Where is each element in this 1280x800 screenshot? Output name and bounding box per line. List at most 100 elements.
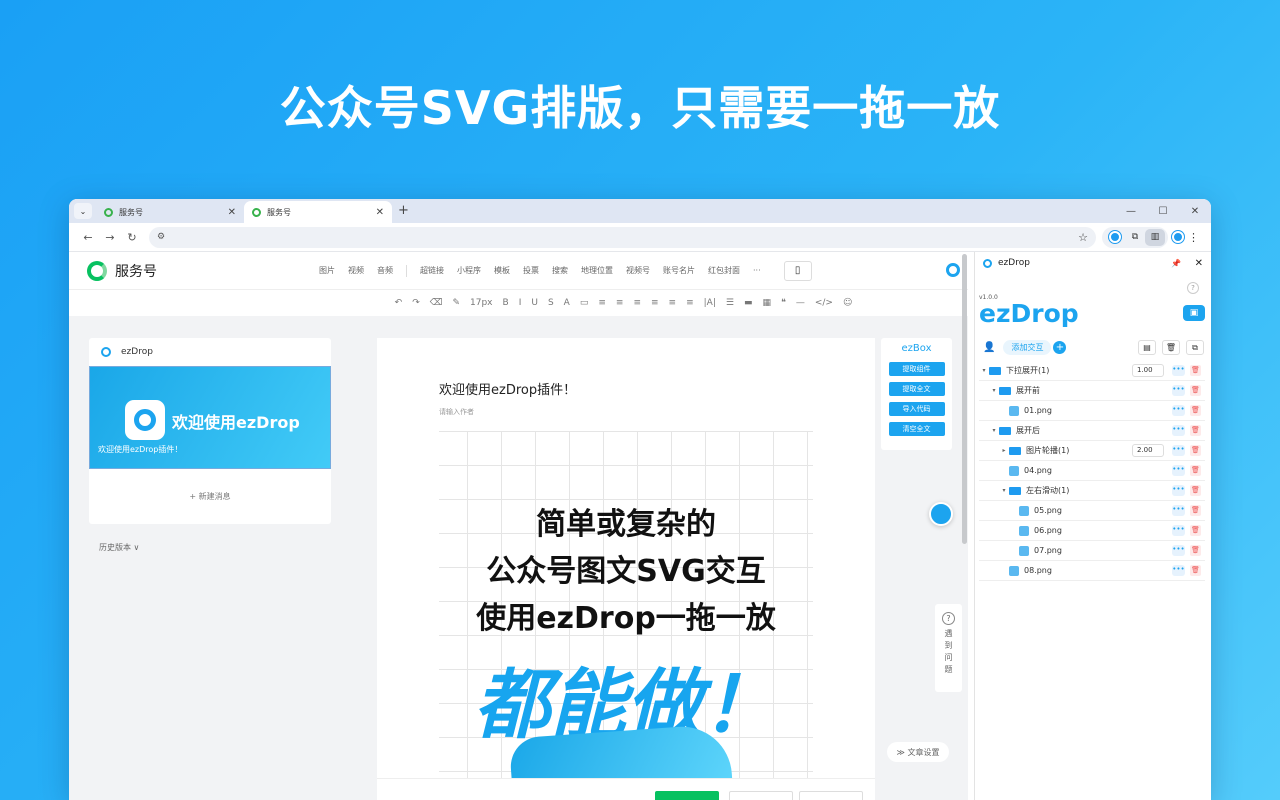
tree-row[interactable]: ▾ 展开前 ••• 🗑 — [979, 381, 1205, 401]
menu-account-card[interactable]: 账号名片 — [663, 265, 695, 276]
save-draft-button[interactable] — [729, 791, 793, 800]
tree-row[interactable]: ▾ 展开后 ••• 🗑 — [979, 421, 1205, 441]
tab-1[interactable]: 服务号 ✕ — [96, 201, 244, 223]
preview-phone-icon[interactable]: ▯ — [783, 260, 812, 281]
mp-logo[interactable]: 服务号 — [87, 260, 157, 281]
article-cover[interactable]: 欢迎使用ezDrop 欢迎使用ezDrop插件！ — [89, 366, 331, 469]
ezdrop-icon[interactable] — [946, 263, 960, 277]
redo-icon[interactable]: ↷ — [412, 298, 420, 308]
close-window-button[interactable]: ✕ — [1179, 206, 1211, 217]
minimize-button[interactable]: — — [1115, 206, 1147, 217]
more-options-icon[interactable]: ••• — [1172, 505, 1185, 516]
emoji-icon[interactable]: ☺ — [843, 298, 852, 308]
menu-miniprogram[interactable]: 小程序 — [457, 265, 481, 276]
more-options-icon[interactable]: ••• — [1172, 485, 1185, 496]
more-options-icon[interactable]: ••• — [1172, 465, 1185, 476]
help-icon[interactable]: ? — [1187, 282, 1199, 294]
side-panel-icon[interactable]: ▥ — [1145, 228, 1165, 246]
author-input[interactable]: 请输入作者 — [439, 407, 474, 417]
tree-row[interactable]: ▾ 下拉展开(1) 1.00 ••• 🗑 — [979, 361, 1205, 381]
more-options-icon[interactable]: ••• — [1172, 425, 1185, 436]
delete-icon[interactable]: 🗑 — [1190, 485, 1201, 496]
italic-icon[interactable]: I — [519, 298, 522, 308]
extract-component-button[interactable]: 提取组件 — [888, 362, 945, 376]
tree-row[interactable]: 07.png ••• 🗑 — [979, 541, 1205, 561]
expand-arrow-icon[interactable]: ▾ — [999, 487, 1009, 494]
tab-2[interactable]: 服务号 ✕ — [244, 201, 392, 223]
undo-icon[interactable]: ↶ — [395, 298, 403, 308]
more-options-icon[interactable]: ••• — [1172, 445, 1185, 456]
menu-location[interactable]: 地理位置 — [581, 265, 613, 276]
menu-template[interactable]: 模板 — [494, 265, 510, 276]
line-height-icon[interactable]: ≡ — [686, 298, 694, 308]
delete-icon[interactable]: 🗑 — [1190, 385, 1201, 396]
delete-icon[interactable]: 🗑 — [1190, 405, 1201, 416]
site-info-icon[interactable]: ⚙ — [157, 232, 165, 242]
plus-icon[interactable]: + — [1053, 340, 1067, 354]
expand-arrow-icon[interactable]: ▾ — [989, 427, 999, 434]
ezdrop-extension-icon[interactable] — [1105, 229, 1125, 246]
reload-icon[interactable]: ↻ — [121, 231, 143, 244]
more-options-icon[interactable]: ••• — [1172, 565, 1185, 576]
tree-row[interactable]: 08.png ••• 🗑 — [979, 561, 1205, 581]
eraser-icon[interactable]: ⌫ — [430, 298, 443, 308]
extract-full-text-button[interactable]: 提取全文 — [888, 382, 945, 396]
tree-row[interactable]: ▸ 图片轮播(1) 2.00 ••• 🗑 — [979, 441, 1205, 461]
delete-icon[interactable]: 🗑 — [1190, 545, 1201, 556]
menu-search[interactable]: 搜索 — [552, 265, 568, 276]
menu-red-packet[interactable]: 红包封面 — [708, 265, 740, 276]
forward-icon[interactable]: → — [99, 231, 121, 244]
font-size-select[interactable]: 17px — [470, 298, 493, 308]
clear-all-button[interactable]: 清空全文 — [888, 422, 945, 436]
delete-icon[interactable]: 🗑 — [1190, 445, 1201, 456]
tree-row[interactable]: ▾ 左右滑动(1) ••• 🗑 — [979, 481, 1205, 501]
list-icon[interactable]: ☰ — [726, 298, 734, 308]
trash-icon[interactable]: 🗑 — [1162, 339, 1180, 355]
close-tab-icon[interactable]: ✕ — [228, 207, 236, 218]
tree-row[interactable]: 04.png ••• 🗑 — [979, 461, 1205, 481]
spacing-after-icon[interactable]: ≡ — [669, 298, 677, 308]
copy-icon[interactable]: ⧉ — [1186, 339, 1204, 355]
tree-row[interactable]: 06.png ••• 🗑 — [979, 521, 1205, 541]
delete-icon[interactable]: 🗑 — [1190, 365, 1201, 376]
menu-kebab-icon[interactable]: ⋮ — [1184, 231, 1203, 244]
user-icon[interactable]: 👤 — [983, 342, 995, 353]
tab-search-button[interactable]: ⌄ — [74, 203, 92, 219]
profile-avatar[interactable] — [1172, 228, 1184, 247]
align-center-icon[interactable]: ≡ — [633, 298, 641, 308]
delete-icon[interactable]: 🗑 — [1190, 425, 1201, 436]
back-icon[interactable]: ← — [77, 231, 99, 244]
delete-icon[interactable]: 🗑 — [1190, 505, 1201, 516]
new-message-button[interactable]: + 新建消息 — [89, 469, 331, 524]
article-settings-button[interactable]: ≫ 文章设置 — [887, 742, 949, 762]
tree-row[interactable]: 01.png ••• 🗑 — [979, 401, 1205, 421]
scrollbar[interactable] — [962, 254, 967, 544]
code-icon[interactable]: </> — [815, 298, 833, 308]
menu-video[interactable]: 视频 — [348, 265, 364, 276]
close-tab-icon[interactable]: ✕ — [376, 207, 384, 218]
table-icon[interactable]: ▦ — [762, 298, 771, 308]
help-button[interactable]: ? 遇 到 问 题 — [935, 604, 962, 692]
menu-image[interactable]: 图片 — [319, 265, 335, 276]
duration-input[interactable]: 1.00 — [1132, 364, 1164, 377]
close-icon[interactable]: ✕ — [1195, 258, 1203, 269]
menu-more[interactable]: ··· — [753, 266, 761, 275]
import-code-button[interactable]: 导入代码 — [888, 402, 945, 416]
delete-icon[interactable]: 🗑 — [1190, 565, 1201, 576]
font-color-icon[interactable]: A — [564, 298, 570, 308]
article-title-input[interactable]: 欢迎使用ezDrop插件！ — [439, 379, 576, 398]
preview-button[interactable] — [799, 791, 863, 800]
expand-arrow-icon[interactable]: ▾ — [989, 387, 999, 394]
indent-icon[interactable]: ▬ — [744, 298, 753, 308]
bold-icon[interactable]: B — [503, 298, 509, 308]
strikethrough-icon[interactable]: S — [548, 298, 554, 308]
align-icon[interactable]: ≡ — [598, 298, 606, 308]
underline-icon[interactable]: U — [531, 298, 538, 308]
quote-icon[interactable]: ❝ — [781, 298, 786, 308]
puzzle-icon[interactable]: ⧉ — [1125, 229, 1145, 246]
pin-icon[interactable]: 📌 — [1171, 259, 1181, 268]
history-versions-link[interactable]: 历史版本 ∨ — [99, 542, 139, 553]
background-color-icon[interactable]: ▭ — [580, 298, 589, 308]
more-options-icon[interactable]: ••• — [1172, 405, 1185, 416]
new-tab-button[interactable]: + — [398, 203, 409, 218]
